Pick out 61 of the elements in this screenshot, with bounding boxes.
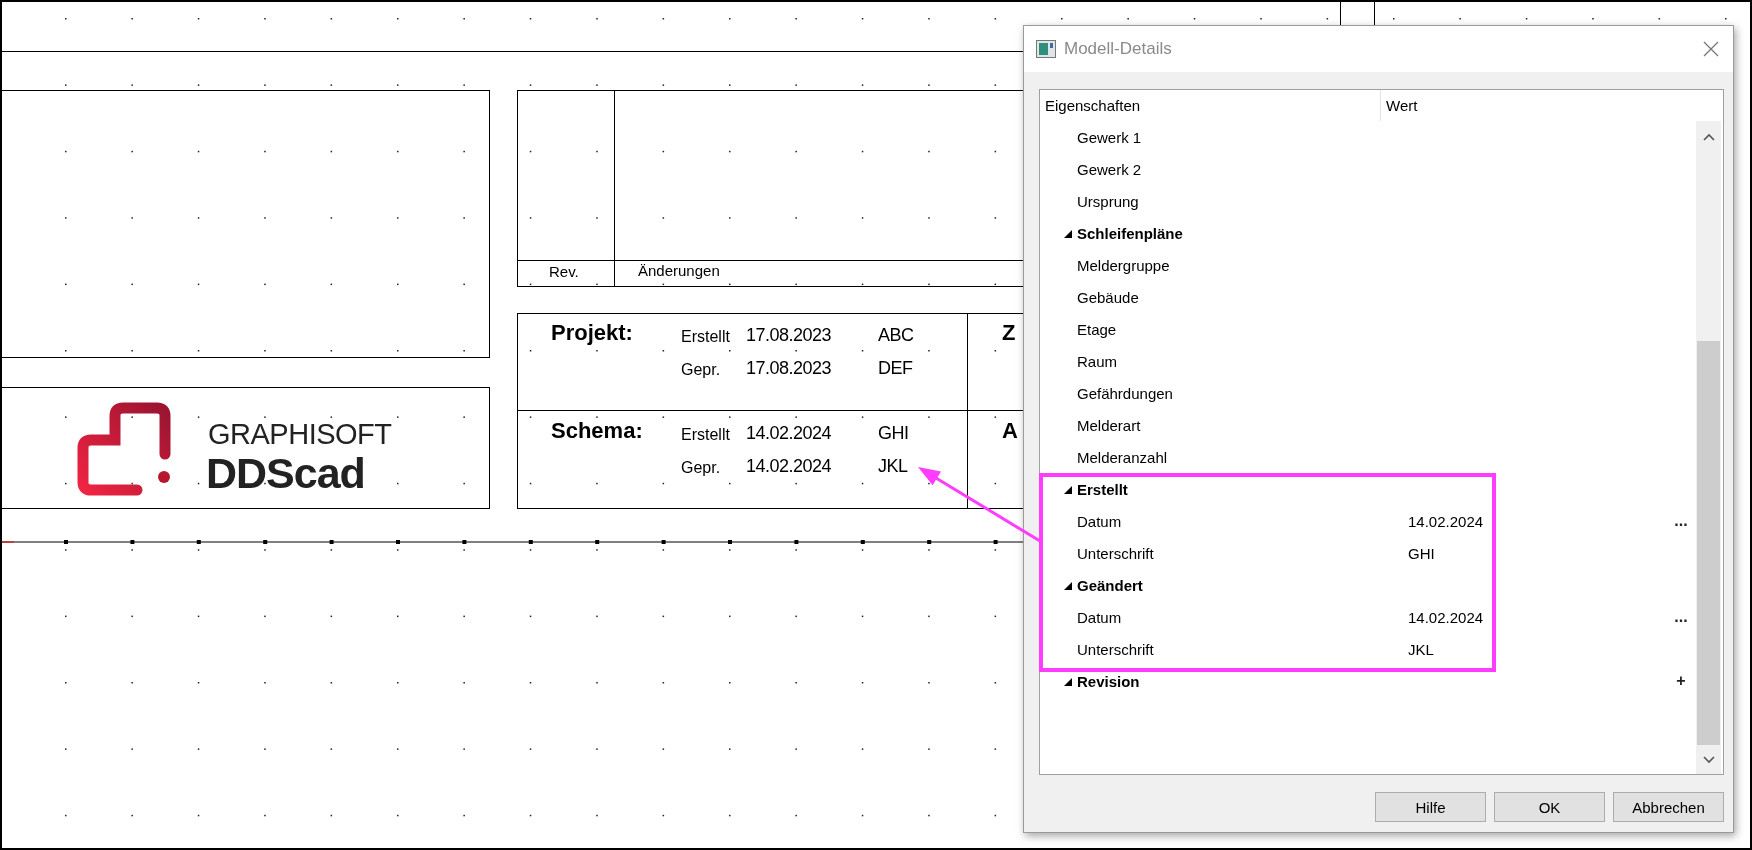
expander-icon[interactable] xyxy=(1063,484,1072,494)
property-value: JKL xyxy=(1408,640,1435,658)
group-label[interactable]: Erstellt xyxy=(1077,480,1408,498)
property-label: Unterschrift xyxy=(1077,640,1155,658)
property-label: Ursprung xyxy=(1077,192,1140,210)
property-label: Gebäude xyxy=(1077,288,1140,306)
scrollbar[interactable] xyxy=(1696,121,1721,774)
group-label[interactable]: Revision xyxy=(1077,672,1408,690)
row-action[interactable]: + xyxy=(1676,673,1686,689)
property-label: Melderanzahl xyxy=(1077,448,1169,466)
logo-text: GRAPHISOFT xyxy=(208,418,392,451)
entry-initials: DEF xyxy=(878,358,913,379)
dialog-button[interactable]: Abbrechen xyxy=(1613,792,1724,822)
expander-icon[interactable] xyxy=(1063,228,1072,238)
column-header[interactable]: Wert xyxy=(1381,90,1723,121)
title-block-label: Z xyxy=(1002,320,1016,346)
entry-initials: JKL xyxy=(878,456,908,477)
window-icon xyxy=(1036,40,1056,58)
expander-icon[interactable] xyxy=(1063,676,1072,686)
title-block-label: Projekt: xyxy=(551,320,633,346)
column-header: Rev. xyxy=(549,263,579,280)
property-value: GHI xyxy=(1408,544,1436,562)
entry-label: Gepr. xyxy=(681,459,721,477)
property-label: Gewerk 1 xyxy=(1077,128,1143,146)
property-value: 14.02.2024 xyxy=(1408,512,1485,530)
entry-label: Gepr. xyxy=(681,361,721,379)
entry-label: Erstellt xyxy=(681,328,730,346)
row-action[interactable]: ... xyxy=(1674,609,1688,625)
entry-date: 17.08.2023 xyxy=(746,358,832,379)
row-action[interactable]: ... xyxy=(1674,513,1688,529)
window-title: Modell-Details xyxy=(1064,39,1173,59)
scroll-down-icon[interactable] xyxy=(1702,755,1715,764)
title-block-label: A xyxy=(1002,418,1018,444)
scroll-up-icon[interactable] xyxy=(1702,133,1715,141)
title-block-label: Schema: xyxy=(551,418,643,444)
property-label: Meldergruppe xyxy=(1077,256,1171,274)
dialog-button[interactable]: Hilfe xyxy=(1375,792,1486,822)
column-header: Änderungen xyxy=(638,262,720,279)
property-label: Etage xyxy=(1077,320,1118,338)
group-label[interactable]: Schleifenpläne xyxy=(1077,224,1408,242)
property-label: Datum xyxy=(1077,608,1123,626)
entry-label: Erstellt xyxy=(681,426,730,444)
entry-date: 17.08.2023 xyxy=(746,325,832,346)
entry-date: 14.02.2024 xyxy=(746,423,832,444)
property-label: Datum xyxy=(1077,512,1123,530)
entry-initials: ABC xyxy=(878,325,914,346)
property-label: Gewerk 2 xyxy=(1077,160,1143,178)
property-label: Unterschrift xyxy=(1077,544,1155,562)
group-label[interactable]: Geändert xyxy=(1077,576,1408,594)
logo-icon xyxy=(77,402,172,497)
logo-text: DDScad xyxy=(206,449,365,498)
close-icon[interactable] xyxy=(1701,39,1721,59)
expander-icon[interactable] xyxy=(1063,580,1072,590)
property-label: Melderart xyxy=(1077,416,1142,434)
dialog-button[interactable]: OK xyxy=(1494,792,1605,822)
property-value: 14.02.2024 xyxy=(1408,608,1485,626)
property-label: Gefährdungen xyxy=(1077,384,1174,402)
entry-date: 14.02.2024 xyxy=(746,456,832,477)
entry-initials: GHI xyxy=(878,423,909,444)
column-header[interactable]: Eigenschaften xyxy=(1040,90,1381,121)
property-label: Raum xyxy=(1077,352,1118,370)
